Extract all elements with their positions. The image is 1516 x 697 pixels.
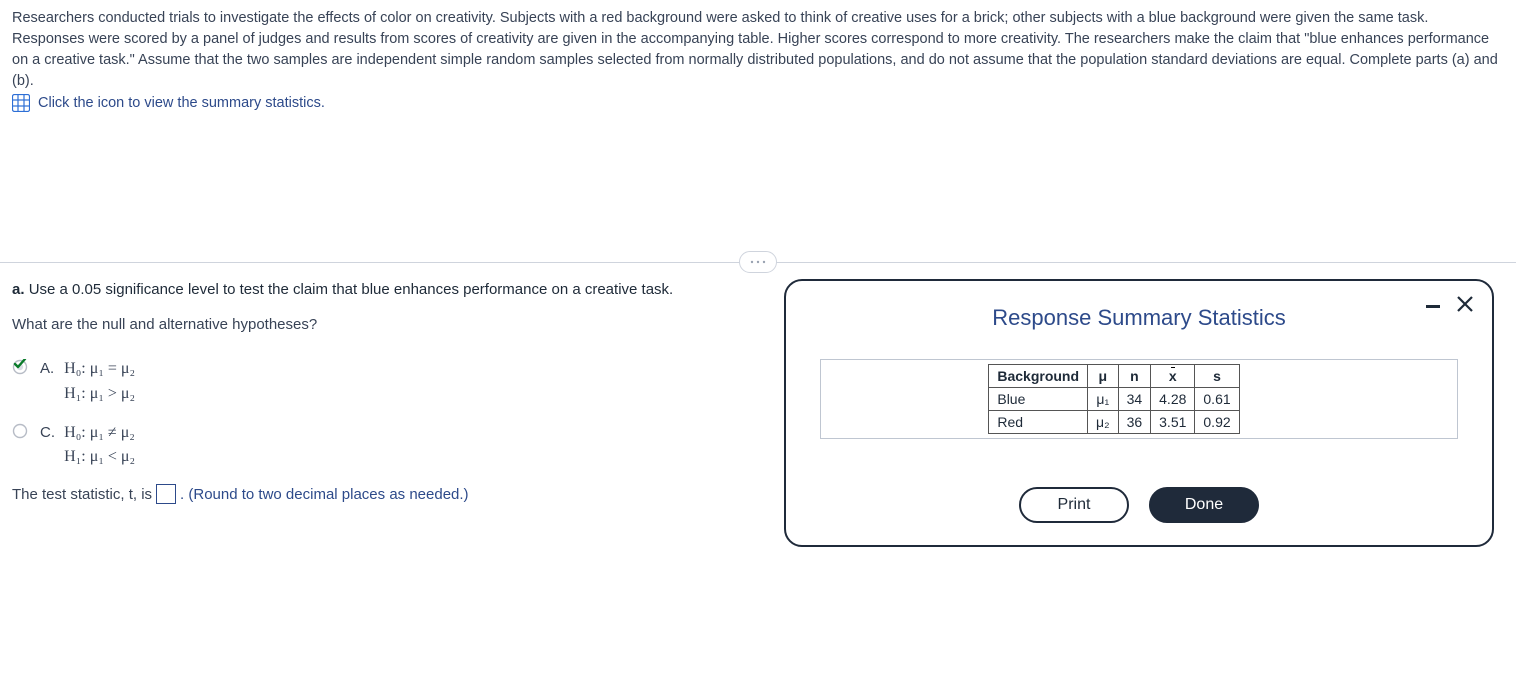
option-a-h1: H₁: μ₁ > μ₂ bbox=[64, 385, 135, 402]
stats-table-frame: Background μ n x s Blue μ₁ 34 4.28 0.61 bbox=[820, 359, 1458, 439]
option-a-h0: H₀: μ₁ = μ₂ bbox=[64, 360, 135, 377]
radio-unselected-icon[interactable] bbox=[12, 423, 28, 439]
cell-s: 0.92 bbox=[1195, 411, 1239, 434]
stats-table: Background μ n x s Blue μ₁ 34 4.28 0.61 bbox=[988, 364, 1239, 434]
test-statistic-line: The test statistic, t, is . (Round to tw… bbox=[12, 484, 764, 504]
hypotheses-question: What are the null and alternative hypoth… bbox=[12, 316, 764, 333]
print-button[interactable]: Print bbox=[1019, 487, 1129, 523]
summary-stats-modal: Response Summary Statistics Background μ… bbox=[784, 279, 1494, 547]
table-icon[interactable] bbox=[12, 94, 30, 112]
question-area: a. Use a 0.05 significance level to test… bbox=[12, 281, 764, 504]
option-a-letter: A. bbox=[40, 357, 60, 380]
test-stat-hint: . (Round to two decimal places as needed… bbox=[180, 486, 469, 503]
cell-n: 36 bbox=[1118, 411, 1151, 434]
part-a-label: a. bbox=[12, 281, 25, 298]
option-c-h1: H₁: μ₁ < μ₂ bbox=[64, 448, 135, 465]
section-divider bbox=[0, 262, 1516, 263]
test-stat-input[interactable] bbox=[156, 484, 176, 504]
summary-link-row: Click the icon to view the summary stati… bbox=[0, 92, 1516, 112]
cell-mu: μ₁ bbox=[1088, 388, 1119, 411]
table-row: Red μ₂ 36 3.51 0.92 bbox=[989, 411, 1239, 434]
test-stat-prefix: The test statistic, t, is bbox=[12, 486, 152, 503]
problem-statement: Researchers conducted trials to investig… bbox=[0, 0, 1516, 92]
part-a-prompt: Use a 0.05 significance level to test th… bbox=[29, 281, 674, 298]
cell-mu: μ₂ bbox=[1088, 411, 1119, 434]
col-n: n bbox=[1118, 365, 1151, 388]
col-xbar: x bbox=[1151, 365, 1195, 388]
hypothesis-options: A. H₀: μ₁ = μ₂ H₁: μ₁ > μ₂ C. H₀: μ bbox=[12, 357, 764, 470]
cell-bg: Blue bbox=[989, 388, 1088, 411]
table-header-row: Background μ n x s bbox=[989, 365, 1239, 388]
option-c-letter: C. bbox=[40, 421, 60, 444]
radio-selected-icon[interactable] bbox=[12, 359, 28, 375]
cell-n: 34 bbox=[1118, 388, 1151, 411]
cell-bg: Red bbox=[989, 411, 1088, 434]
table-row: Blue μ₁ 34 4.28 0.61 bbox=[989, 388, 1239, 411]
col-mu: μ bbox=[1088, 365, 1119, 388]
expand-pill[interactable] bbox=[739, 251, 777, 273]
done-button[interactable]: Done bbox=[1149, 487, 1259, 523]
option-c-h0: H₀: μ₁ ≠ μ₂ bbox=[64, 424, 135, 441]
col-s: s bbox=[1195, 365, 1239, 388]
page-root: Researchers conducted trials to investig… bbox=[0, 0, 1516, 697]
option-c[interactable]: C. H₀: μ₁ ≠ μ₂ H₁: μ₁ < μ₂ bbox=[12, 421, 764, 471]
cell-xbar: 4.28 bbox=[1151, 388, 1195, 411]
option-a[interactable]: A. H₀: μ₁ = μ₂ H₁: μ₁ > μ₂ bbox=[12, 357, 764, 407]
col-background: Background bbox=[989, 365, 1088, 388]
cell-s: 0.61 bbox=[1195, 388, 1239, 411]
summary-link-text[interactable]: Click the icon to view the summary stati… bbox=[38, 95, 325, 111]
modal-title: Response Summary Statistics bbox=[806, 305, 1472, 331]
close-icon[interactable] bbox=[1456, 295, 1474, 317]
minimize-icon[interactable] bbox=[1426, 304, 1440, 308]
cell-xbar: 3.51 bbox=[1151, 411, 1195, 434]
